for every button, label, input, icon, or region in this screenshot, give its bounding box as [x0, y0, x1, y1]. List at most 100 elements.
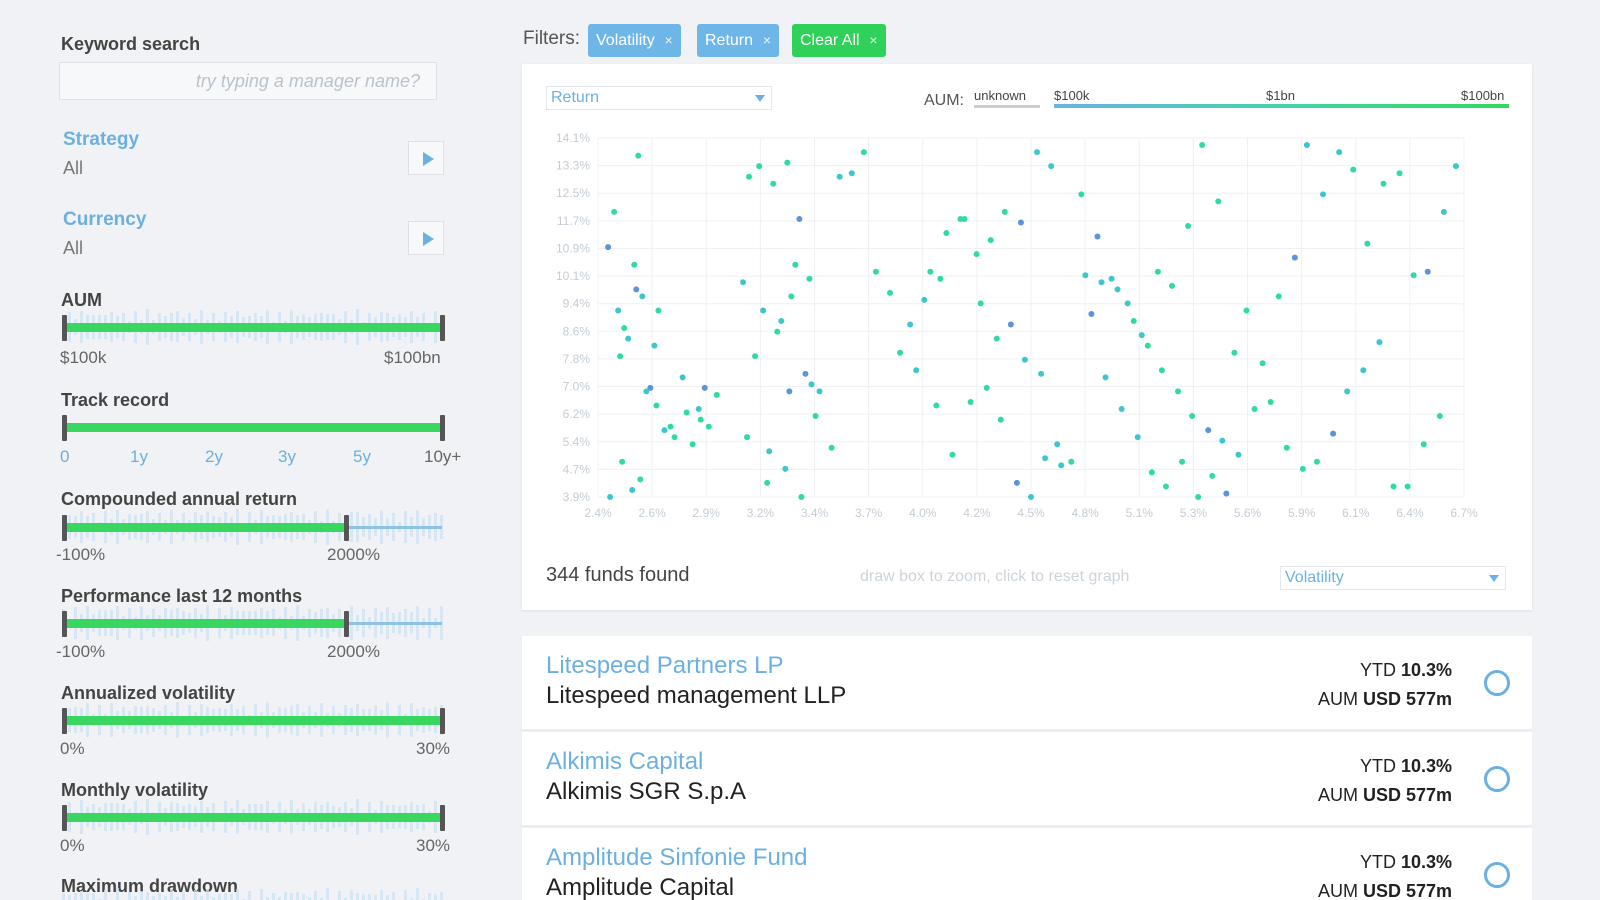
fund-point[interactable]	[643, 388, 650, 395]
fund-point[interactable]	[836, 173, 843, 180]
fund-row[interactable]: Litespeed Partners LP Litespeed manageme…	[522, 636, 1532, 730]
fund-point[interactable]	[1038, 370, 1045, 377]
close-icon[interactable]: ×	[763, 24, 771, 57]
fund-point[interactable]	[770, 180, 777, 187]
fund-point[interactable]	[1299, 465, 1306, 472]
fund-point[interactable]	[705, 423, 712, 430]
fund-point[interactable]	[752, 353, 759, 360]
strategy-title[interactable]: Strategy	[63, 129, 139, 151]
fund-name[interactable]: Alkimis Capital	[546, 748, 703, 776]
fund-point[interactable]	[774, 328, 781, 335]
fund-point[interactable]	[651, 342, 658, 349]
fund-point[interactable]	[1148, 469, 1155, 476]
track-record-max-handle[interactable]	[440, 415, 445, 441]
select-fund-toggle[interactable]	[1484, 862, 1510, 888]
fund-point[interactable]	[615, 307, 622, 314]
fund-point[interactable]	[1054, 441, 1061, 448]
x-axis-select[interactable]: Volatility	[1280, 566, 1506, 590]
fund-point[interactable]	[784, 159, 791, 166]
close-icon[interactable]: ×	[869, 24, 877, 57]
fund-point[interactable]	[1179, 458, 1186, 465]
perf12-min-handle[interactable]	[62, 611, 67, 637]
scatter-plot[interactable]: 2.4% 2.6% 2.9% 3.2% 3.4% 3.7% 4.0% 4.2% 4.5% 4.8%…	[522, 64, 1532, 610]
fund-point[interactable]	[1436, 413, 1443, 420]
fund-point[interactable]	[887, 289, 894, 296]
fund-point[interactable]	[1017, 219, 1024, 226]
fund-point[interactable]	[1078, 191, 1085, 198]
fund-point[interactable]	[1259, 360, 1266, 367]
fund-point[interactable]	[695, 406, 702, 413]
filter-chip-return[interactable]: Return ×	[697, 24, 780, 57]
fund-point[interactable]	[1144, 342, 1151, 349]
fund-point[interactable]	[633, 286, 640, 293]
fund-point[interactable]	[933, 402, 940, 409]
fund-point[interactable]	[746, 173, 753, 180]
fund-point[interactable]	[927, 268, 934, 275]
currency-title[interactable]: Currency	[63, 209, 146, 231]
fund-point[interactable]	[740, 279, 747, 286]
fund-point[interactable]	[1158, 367, 1165, 374]
filter-chip-volatility[interactable]: Volatility ×	[588, 24, 681, 57]
fund-point[interactable]	[1376, 339, 1383, 346]
fund-point[interactable]	[764, 479, 771, 486]
fund-point[interactable]	[619, 458, 626, 465]
aum-slider[interactable]	[62, 307, 446, 347]
fund-point[interactable]	[806, 275, 813, 282]
fund-point[interactable]	[671, 434, 678, 441]
car-slider[interactable]	[62, 507, 446, 547]
fund-point[interactable]	[1364, 240, 1371, 247]
fund-point[interactable]	[1168, 282, 1175, 289]
fund-point[interactable]	[1162, 483, 1169, 490]
fund-point[interactable]	[744, 434, 751, 441]
fund-point[interactable]	[1189, 413, 1196, 420]
fund-point[interactable]	[661, 427, 668, 434]
mon-vol-max-handle[interactable]	[440, 805, 445, 831]
fund-point[interactable]	[1396, 170, 1403, 177]
keyword-search-input[interactable]: try typing a manager name?	[59, 62, 437, 100]
fund-point[interactable]	[812, 413, 819, 420]
mon-vol-min-handle[interactable]	[62, 805, 67, 831]
fund-point[interactable]	[792, 261, 799, 268]
fund-point[interactable]	[1303, 142, 1310, 149]
fund-point[interactable]	[1390, 483, 1397, 490]
fund-point[interactable]	[1013, 479, 1020, 486]
fund-point[interactable]	[697, 416, 704, 423]
fund-point[interactable]	[1124, 300, 1131, 307]
fund-point[interactable]	[937, 275, 944, 282]
fund-point[interactable]	[1098, 279, 1105, 286]
fund-point[interactable]	[1007, 321, 1014, 328]
fund-point[interactable]	[967, 398, 974, 405]
fund-point[interactable]	[611, 208, 618, 215]
fund-point[interactable]	[1320, 191, 1327, 198]
fund-point[interactable]	[1223, 490, 1230, 497]
fund-name[interactable]: Amplitude Sinfonie Fund	[546, 844, 808, 872]
fund-point[interactable]	[635, 152, 642, 159]
fund-point[interactable]	[607, 494, 614, 500]
fund-point[interactable]	[1108, 275, 1115, 282]
fund-point[interactable]	[1001, 208, 1008, 215]
fund-point[interactable]	[713, 391, 720, 398]
fund-point[interactable]	[756, 163, 763, 170]
fund-point[interactable]	[1215, 198, 1222, 205]
aum-min-handle[interactable]	[62, 315, 67, 341]
fund-point[interactable]	[1452, 163, 1459, 170]
fund-point[interactable]	[1360, 367, 1367, 374]
fund-point[interactable]	[1267, 398, 1274, 405]
fund-point[interactable]	[1094, 233, 1101, 240]
max-dd-slider[interactable]	[62, 886, 446, 900]
fund-point[interactable]	[1420, 441, 1427, 448]
fund-point[interactable]	[1410, 272, 1417, 279]
fund-name[interactable]: Litespeed Partners LP	[546, 652, 783, 680]
fund-point[interactable]	[621, 325, 628, 332]
fund-point[interactable]	[798, 494, 805, 500]
fund-point[interactable]	[778, 318, 785, 325]
fund-point[interactable]	[796, 215, 803, 222]
fund-point[interactable]	[1042, 455, 1049, 462]
car-max-handle[interactable]	[344, 515, 349, 541]
fund-point[interactable]	[1251, 406, 1258, 413]
fund-point[interactable]	[1088, 310, 1095, 317]
fund-point[interactable]	[1034, 149, 1041, 156]
fund-point[interactable]	[1185, 222, 1192, 229]
fund-point[interactable]	[808, 381, 815, 388]
fund-point[interactable]	[921, 296, 928, 303]
